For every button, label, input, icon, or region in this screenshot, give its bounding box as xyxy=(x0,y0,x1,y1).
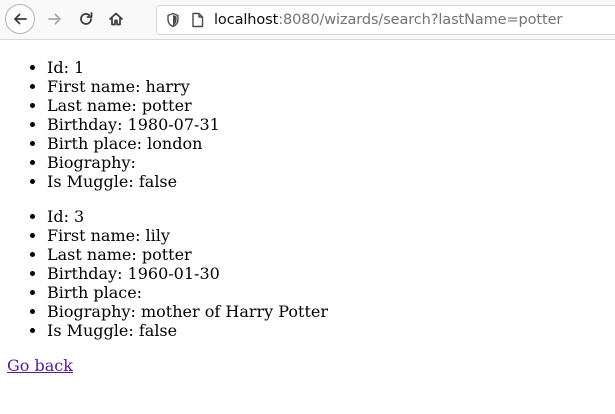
page-content: Id: 1 First name: harry Last name: potte… xyxy=(0,58,615,375)
reload-button[interactable] xyxy=(71,4,101,34)
browser-toolbar: localhost:8080/wizards/search?lastName=p… xyxy=(0,0,615,40)
url-path: :8080/wizards/search?lastName=potter xyxy=(278,12,563,28)
wizard-is-muggle: Is Muggle: false xyxy=(47,321,615,340)
wizard-first-name: First name: harry xyxy=(47,77,615,96)
wizard-first-name: First name: lily xyxy=(47,226,615,245)
back-arrow-icon xyxy=(14,13,27,25)
wizard-record: Id: 3 First name: lily Last name: potter… xyxy=(7,207,615,340)
wizard-id: Id: 1 xyxy=(47,58,615,77)
wizard-record: Id: 1 First name: harry Last name: potte… xyxy=(7,58,615,191)
address-bar[interactable]: localhost:8080/wizards/search?lastName=p… xyxy=(156,5,615,35)
wizard-biography: Biography: mother of Harry Potter xyxy=(47,302,615,321)
home-icon xyxy=(109,12,123,26)
wizard-last-name: Last name: potter xyxy=(47,245,615,264)
wizard-id: Id: 3 xyxy=(47,207,615,226)
forward-arrow-icon xyxy=(48,13,61,25)
url-host: localhost xyxy=(214,12,279,28)
wizard-birth-place: Birth place: xyxy=(47,283,615,302)
wizard-birth-place: Birth place: london xyxy=(47,134,615,153)
wizard-biography: Biography: xyxy=(47,153,615,172)
wizard-last-name: Last name: potter xyxy=(47,96,615,115)
wizard-is-muggle: Is Muggle: false xyxy=(47,172,615,191)
page-info-icon[interactable] xyxy=(191,12,204,28)
forward-button[interactable] xyxy=(40,4,70,34)
back-button[interactable] xyxy=(5,4,35,34)
tracking-shield-icon[interactable] xyxy=(166,12,180,28)
url-text[interactable]: localhost:8080/wizards/search?lastName=p… xyxy=(214,12,562,28)
wizard-birthday: Birthday: 1960-01-30 xyxy=(47,264,615,283)
home-button[interactable] xyxy=(101,4,131,34)
go-back-link[interactable]: Go back xyxy=(7,356,73,375)
wizard-birthday: Birthday: 1980-07-31 xyxy=(47,115,615,134)
reload-icon xyxy=(80,12,93,25)
